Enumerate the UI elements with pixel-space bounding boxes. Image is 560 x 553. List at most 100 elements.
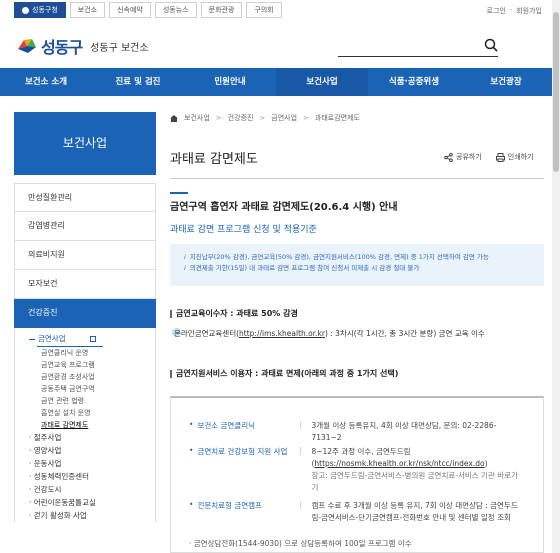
submenu-category[interactable]: · 성동체력인증센터 (15, 470, 155, 483)
submenu-category[interactable]: · 걷기 활성화 사업 (15, 509, 155, 522)
sidebar-item-chronic[interactable]: 만성질환관리 (14, 183, 156, 212)
support-row: • 전문치료형 금연캠프 | 캠프 수료 후 3개월 이상 등록 유지, 7회 … (189, 500, 523, 524)
page-scrollbar[interactable] (552, 0, 560, 553)
sidebar-submenu: 금연사업 금연클리닉 운영 금연교육 프로그램 금연환경 조성사업 공동주택 금… (14, 328, 156, 522)
section-subtitle: 과태료 감면 프로그램 신청 및 적용기준 (170, 225, 317, 235)
column-divider: | (299, 420, 302, 429)
heading-bar (170, 369, 172, 378)
site-tab-health-center[interactable]: 보건소 (69, 2, 106, 18)
submenu-category[interactable]: · 운동사업 (15, 457, 155, 470)
submenu-category[interactable]: · 건강도시 (15, 483, 155, 496)
nosmk-link[interactable]: https://nosmk.khealth.or.kr/nsk/ntcc/ind… (314, 459, 484, 468)
page-actions: 공유하기 인쇄하기 (444, 152, 534, 162)
submenu-leaf[interactable]: 금연환경 조성사업 (15, 371, 155, 383)
submenu-head-label: 금연사업 (38, 334, 66, 343)
notice-box: i 지진납부(20% 감경), 금연교육(50% 감경), 금연지원서비스(100… (170, 244, 544, 286)
util-links: 로그인 · 회원가입 (483, 6, 542, 16)
search-icon[interactable] (484, 38, 498, 52)
submenu-head-nonsmoking[interactable]: 금연사업 (15, 332, 155, 346)
submenu-leaf-current[interactable]: 과태료 감면제도 (15, 419, 155, 431)
page-title: 과태료 감면제도 (170, 152, 258, 167)
home-icon[interactable] (170, 114, 178, 122)
nav-item-food-hygiene[interactable]: 식품·공중위생 (368, 68, 460, 96)
print-button[interactable]: 인쇄하기 (508, 152, 534, 162)
edu-line: 온라인금연교육센터(http://ims.khealth.or.kr) : 3차… (174, 328, 485, 339)
notice-text: 지진납부(20% 감경), 금연교육(50% 감경), 금연지원서비스(100%… (189, 253, 489, 261)
breadcrumb-item-current: 과태료감면제도 (314, 114, 361, 122)
site-tab-quick-reserve[interactable]: 신속예약 (109, 2, 151, 18)
breadcrumb: 보건사업 > 건강증진 > 금연사업 > 과태료감면제도 (170, 112, 544, 124)
bullet-icon: • (189, 420, 194, 429)
breadcrumb-item[interactable]: 금연사업 (271, 113, 297, 123)
support-label: 전문치료형 금연캠프 (197, 501, 262, 510)
support-value: 3개월 이상 등록유지, 4회 이상 대면상담, 문의: 02-2286-713… (311, 421, 497, 442)
support-label: 금연치료 건강보험 지원 사업 (197, 447, 288, 456)
heading-bar (170, 309, 172, 318)
support-value-note: 참고: 금연두드림-금연서비스-병의원 금연치료-서비스 기관 바로가기 (311, 471, 518, 492)
submenu-leaf[interactable]: 금연클리닉 운영 (15, 347, 155, 359)
sidebar-item-medical-support[interactable]: 의료비지원 (14, 241, 156, 270)
submenu-category[interactable]: · 어린이운동꿈틀교실 (15, 496, 155, 509)
sidebar-item-maternal[interactable]: 모자보건 (14, 270, 156, 299)
info-icon: i (184, 264, 186, 272)
site-tab-label: 성동구청 (32, 6, 58, 14)
share-icon[interactable] (444, 152, 453, 162)
site-tab-news[interactable]: 성동뉴스 (154, 2, 197, 18)
nav-item-intro[interactable]: 보건소 소개 (0, 68, 92, 96)
submenu-leaf[interactable]: 공동주택 금연구역 (15, 383, 155, 395)
submenu-category[interactable]: · 영양사업 (15, 444, 155, 457)
sidebar-item-health-promotion[interactable]: 건강증진 (14, 299, 156, 328)
column-divider: | (299, 446, 302, 455)
main-nav: 보건소 소개 진료 및 검진 민원안내 보건사업 식품·공중위생 보건광장 (0, 68, 552, 96)
signup-link[interactable]: 회원가입 (516, 6, 542, 16)
site-logo[interactable]: 성동구 성동구 보건소 (16, 34, 149, 58)
edu-text-post: ) : 3차시(각 1시간, 총 3시간 분량) 금연 교육 이수 (324, 329, 485, 338)
submenu-category[interactable]: · 절주사업 (15, 431, 155, 444)
support-value-text: 8~12주 과정 이수, 금연두드림 (311, 447, 411, 456)
site-header: 성동구 성동구 보건소 (0, 22, 560, 68)
sidebar-item-infection[interactable]: 감염병관리 (14, 212, 156, 241)
top-utility-bar: 성동구청 보건소 신속예약 성동뉴스 문화관광 구의회 로그인 · 회원가입 (0, 0, 560, 22)
support-heading-text: 금연지원서비스 이용자 : 과태료 면제(아래의 과정 중 1가지 선택) (176, 369, 399, 378)
support-extra-row: · 금연상담전화(1544-9030) 으로 상담등록하여 100일 프로그램 … (189, 539, 412, 548)
submenu-leaf[interactable]: 흡연실 설치 운영 (15, 407, 155, 419)
nav-item-health-projects[interactable]: 보건사업 (276, 68, 368, 96)
notice-line: i 의견제출 기한(15일) 내 과태료 감면 프로그램 참여 신청서 미제출 시… (184, 263, 544, 274)
bullet-icon: • (189, 446, 194, 455)
submenu-leaf[interactable]: 금연 관련 법령 (15, 395, 155, 407)
collapse-icon[interactable] (89, 336, 96, 342)
login-link[interactable]: 로그인 (487, 6, 506, 16)
notice-text: 의견제출 기한(15일) 내 과태료 감면 프로그램 참여 신청서 미제출 시 … (189, 264, 420, 272)
edu-heading-text: 금연교육이수자 : 과태료 50% 감경 (176, 309, 298, 318)
site-tab-council[interactable]: 구의회 (246, 2, 282, 18)
main-content: 보건사업 > 건강증진 > 금연사업 > 과태료감면제도 과태료 감면제도 공유… (170, 112, 544, 553)
nav-item-civil[interactable]: 민원안내 (184, 68, 276, 96)
home-icon (22, 6, 29, 14)
support-value: 캠프 수료 후 3개월 이상 등록 유지, 7회 이상 대면상담 : 금연두드림… (311, 501, 518, 522)
nav-item-checkup[interactable]: 진료 및 검진 (92, 68, 184, 96)
section-title: 금연구역 흡연자 과태료 감면제도(20.6.4 시행) 안내 (170, 202, 398, 213)
site-tab-culture[interactable]: 문화관광 (200, 2, 243, 18)
nav-item-plaza[interactable]: 보건광장 (460, 68, 552, 96)
support-row: • 보건소 금연클리닉 | 3개월 이상 등록유지, 4회 이상 대면상담, 문… (189, 420, 523, 444)
support-row: • 금연치료 건강보험 지원 사업 | 8~12주 과정 이수, 금연두드림 (… (189, 446, 523, 494)
logo-mark-icon (16, 37, 38, 55)
support-label: 보건소 금연클리닉 (197, 421, 256, 430)
breadcrumb-item[interactable]: 건강증진 (228, 113, 254, 123)
site-tab-seongdong[interactable]: 성동구청 (14, 2, 66, 18)
submenu-leaf[interactable]: 금연교육 프로그램 (15, 359, 155, 371)
section-accent (170, 192, 188, 194)
column-divider: | (299, 500, 302, 509)
support-box: • 보건소 금연클리닉 | 3개월 이상 등록유지, 4회 이상 대면상담, 문… (170, 396, 544, 553)
support-value: 8~12주 과정 이수, 금연두드림 (https://nosmk.khealt… (311, 447, 518, 492)
breadcrumb-item[interactable]: 보건사업 (184, 113, 210, 123)
print-icon[interactable] (495, 152, 505, 162)
share-button[interactable]: 공유하기 (456, 152, 482, 162)
notice-line: i 지진납부(20% 감경), 금연교육(50% 감경), 금연지원서비스(100… (184, 252, 544, 263)
title-divider (170, 178, 544, 179)
edu-center-link[interactable]: http://ims.khealth.or.kr (239, 329, 325, 338)
scrollbar-thumb[interactable] (553, 12, 559, 172)
edu-text-pre: 온라인금연교육센터( (174, 329, 240, 338)
search-input[interactable] (338, 56, 498, 57)
info-icon: i (184, 253, 186, 261)
